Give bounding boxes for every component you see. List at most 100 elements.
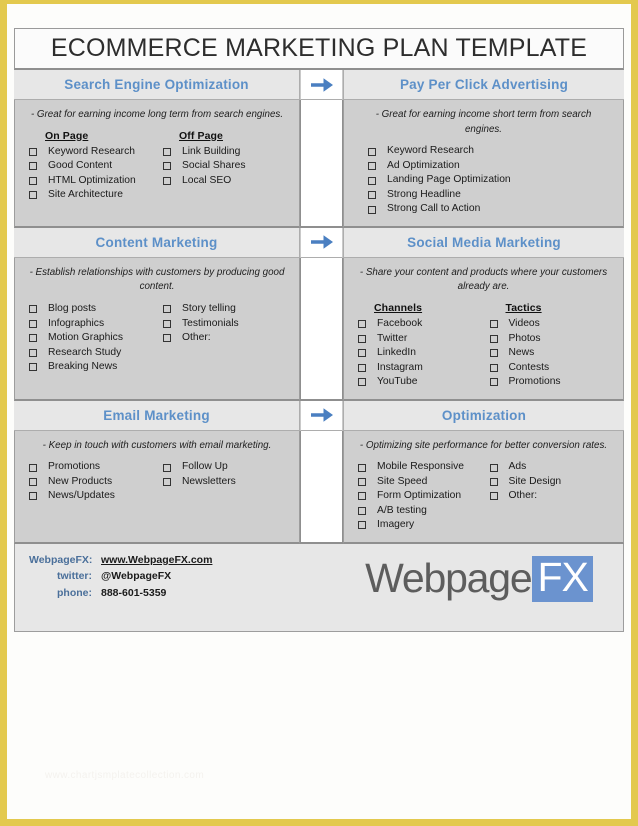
checkbox-icon[interactable] xyxy=(163,478,171,486)
checkbox-icon[interactable] xyxy=(163,176,171,185)
checkbox-item[interactable]: Instagram xyxy=(352,361,484,375)
checkbox-item[interactable]: News/Updates xyxy=(23,489,157,503)
checkbox-item[interactable]: Mobile Responsive xyxy=(352,460,484,474)
checkbox-icon[interactable] xyxy=(358,463,366,472)
checkbox-item[interactable]: Site Design xyxy=(484,475,616,489)
twitter-handle[interactable]: @WebpageFX xyxy=(101,570,171,582)
checkbox-item[interactable]: Facebook xyxy=(352,317,484,331)
social-tactics-column: Tactics Videos Photos News Contests Prom… xyxy=(484,302,616,389)
section-header-ppc: Pay Per Click Advertising xyxy=(343,70,624,100)
checkbox-item[interactable]: Videos xyxy=(484,317,616,331)
checkbox-item[interactable]: Local SEO xyxy=(157,174,291,188)
checkbox-icon[interactable] xyxy=(358,363,366,372)
checkbox-item[interactable]: Newsletters xyxy=(157,475,291,489)
checkbox-icon[interactable] xyxy=(29,334,37,343)
checkbox-icon[interactable] xyxy=(29,319,37,328)
seo-onpage-heading: On Page xyxy=(45,129,89,142)
checkbox-item[interactable]: Research Study xyxy=(23,346,157,360)
checkbox-icon[interactable] xyxy=(358,334,366,343)
checkbox-item[interactable]: Social Shares xyxy=(157,159,291,173)
checkbox-item[interactable]: Photos xyxy=(484,332,616,346)
checkbox-icon[interactable] xyxy=(29,478,37,486)
checkbox-icon[interactable] xyxy=(489,349,498,358)
checkbox-item[interactable]: Link Building xyxy=(157,145,291,159)
checkbox-item[interactable]: HTML Optimization xyxy=(23,174,157,188)
checkbox-item[interactable]: Keyword Research xyxy=(352,144,615,158)
checkbox-icon[interactable] xyxy=(489,463,498,472)
checkbox-item[interactable]: Other: xyxy=(484,489,616,503)
checkbox-icon[interactable] xyxy=(29,363,37,372)
checkbox-item[interactable]: LinkedIn xyxy=(352,346,484,360)
checkbox-item[interactable]: News xyxy=(484,346,616,360)
checkbox-icon[interactable] xyxy=(29,191,37,200)
website-link[interactable]: www.WebpageFX.com xyxy=(101,554,212,566)
checkbox-item[interactable]: Site Speed xyxy=(352,475,484,489)
checkbox-icon[interactable] xyxy=(29,176,37,185)
checkbox-icon[interactable] xyxy=(163,463,171,472)
checkbox-icon[interactable] xyxy=(368,176,376,185)
checkbox-label: Instagram xyxy=(377,361,423,373)
checkbox-item[interactable]: YouTube xyxy=(352,375,484,389)
checkbox-icon[interactable] xyxy=(358,521,366,530)
checkbox-icon[interactable] xyxy=(29,348,37,357)
checkbox-icon[interactable] xyxy=(358,320,366,329)
checkbox-item[interactable]: Good Content xyxy=(23,159,157,173)
checkbox-icon[interactable] xyxy=(358,506,366,515)
checkbox-label: News/Updates xyxy=(48,490,115,502)
checkbox-icon[interactable] xyxy=(489,320,498,329)
checkbox-icon[interactable] xyxy=(163,334,171,343)
checkbox-item[interactable]: Other: xyxy=(157,331,291,345)
checkbox-icon[interactable] xyxy=(29,147,37,156)
checkbox-icon[interactable] xyxy=(29,492,37,501)
checkbox-item[interactable]: Testimonials xyxy=(157,317,291,331)
checkbox-icon[interactable] xyxy=(29,162,37,171)
checkbox-icon[interactable] xyxy=(358,378,366,387)
checkbox-icon[interactable] xyxy=(163,319,171,328)
checkbox-icon[interactable] xyxy=(489,378,498,387)
checkbox-item[interactable]: Promotions xyxy=(484,375,616,389)
checkbox-icon[interactable] xyxy=(29,305,37,314)
checkbox-label: HTML Optimization xyxy=(48,174,136,186)
checkbox-item[interactable]: Site Architecture xyxy=(23,188,157,202)
checkbox-item[interactable]: Promotions xyxy=(23,460,157,474)
checkbox-item[interactable]: Story telling xyxy=(157,302,291,316)
checkbox-icon[interactable] xyxy=(29,463,37,472)
checkbox-item[interactable]: New Products xyxy=(23,475,157,489)
checkbox-item[interactable]: Twitter xyxy=(352,332,484,346)
webpagefx-logo: Webpage FX xyxy=(365,555,593,602)
checkbox-icon[interactable] xyxy=(358,478,366,486)
checkbox-icon[interactable] xyxy=(489,334,498,343)
checkbox-label: Other: xyxy=(508,490,538,502)
checkbox-item[interactable]: Keyword Research xyxy=(23,145,157,159)
checkbox-icon[interactable] xyxy=(358,349,366,358)
checkbox-icon[interactable] xyxy=(489,492,498,501)
checkbox-icon[interactable] xyxy=(163,162,171,171)
checkbox-item[interactable]: Contests xyxy=(484,361,616,375)
checkbox-icon[interactable] xyxy=(368,147,376,156)
checkbox-icon[interactable] xyxy=(368,162,376,171)
checkbox-item[interactable]: Blog posts xyxy=(23,302,157,316)
checkbox-item[interactable]: Follow Up xyxy=(157,460,291,474)
checkbox-item[interactable]: Strong Call to Action xyxy=(352,202,615,216)
checkbox-item[interactable]: Breaking News xyxy=(23,360,157,374)
checkbox-icon[interactable] xyxy=(358,492,366,501)
seo-offpage-column: Off Page Link Building Social Shares Loc… xyxy=(157,130,291,203)
checkbox-item[interactable]: Imagery xyxy=(352,518,484,532)
checkbox-item[interactable]: Ads xyxy=(484,460,616,474)
checkbox-item[interactable]: Strong Headline xyxy=(352,188,615,202)
checkbox-item[interactable]: Motion Graphics xyxy=(23,331,157,345)
section-header-row-3: Email Marketing Optimization xyxy=(14,400,624,431)
checkbox-item[interactable]: Infographics xyxy=(23,317,157,331)
checkbox-item[interactable]: Ad Optimization xyxy=(352,159,615,173)
checkbox-label: Local SEO xyxy=(182,174,232,186)
checkbox-icon[interactable] xyxy=(489,478,498,486)
checkbox-icon[interactable] xyxy=(489,363,498,372)
section-body-ppc: - Great for earning income short term fr… xyxy=(343,100,624,228)
checkbox-item[interactable]: Landing Page Optimization xyxy=(352,173,615,187)
checkbox-item[interactable]: Form Optimization xyxy=(352,489,484,503)
checkbox-icon[interactable] xyxy=(368,191,376,200)
checkbox-icon[interactable] xyxy=(163,147,171,156)
checkbox-icon[interactable] xyxy=(368,205,376,214)
checkbox-icon[interactable] xyxy=(163,305,171,314)
checkbox-item[interactable]: A/B testing xyxy=(352,504,484,518)
